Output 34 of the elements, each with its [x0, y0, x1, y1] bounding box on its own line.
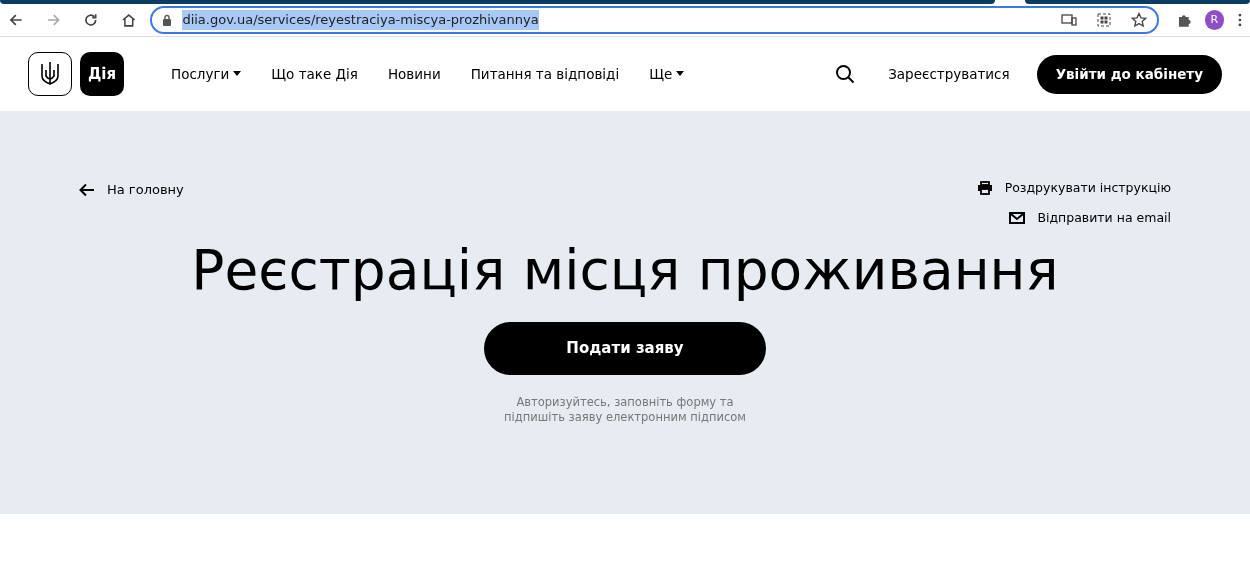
qr-icon[interactable] [1097, 13, 1111, 27]
menu-icon[interactable] [1238, 13, 1242, 27]
profile-avatar[interactable]: R [1204, 10, 1225, 30]
back-icon[interactable] [8, 12, 24, 28]
login-button[interactable]: Увійти до кабінету [1036, 54, 1222, 94]
reload-icon[interactable] [83, 12, 99, 28]
url-text: diia.gov.ua/services/reyestraciya-miscya-prozhivannya [182, 10, 539, 30]
devices-icon[interactable] [1061, 14, 1077, 26]
nav-link[interactable]: Ще [649, 63, 685, 85]
star-icon[interactable] [1131, 12, 1147, 28]
action-link[interactable]: Відправити на email [1009, 208, 1171, 228]
nav-link[interactable]: Новини [387, 63, 441, 85]
search-icon[interactable] [835, 64, 856, 84]
lock-icon [162, 14, 173, 26]
submit-button[interactable]: Подати заяву [484, 321, 766, 375]
back-link[interactable]: На головну [79, 181, 184, 199]
home-icon[interactable] [120, 12, 137, 28]
emblem-logo[interactable] [28, 52, 72, 96]
arrow-left-icon [79, 183, 95, 197]
hint-text: Авторизуйтесь, заповніть форму та підпишіть заяву електронним підписом [504, 394, 746, 425]
nav-link[interactable]: Що таке Дія [271, 63, 358, 85]
puzzle-icon[interactable] [1177, 12, 1193, 28]
printer-icon [976, 181, 993, 196]
caret-icon [676, 71, 685, 77]
register-link[interactable]: Зареєструватися [888, 63, 1010, 85]
nav-link[interactable]: Послуги [171, 63, 242, 85]
trident-icon [40, 61, 60, 87]
page-title: Реєстрація місця проживання [191, 237, 1059, 302]
envelope-icon [1009, 212, 1026, 225]
action-link[interactable]: Роздрукувати інструкцію [976, 179, 1171, 198]
nav-link[interactable]: Питання та відповіді [470, 63, 620, 85]
app-logo[interactable]: Дія [80, 52, 124, 96]
caret-icon [233, 71, 242, 77]
address-bar[interactable]: diia.gov.ua/services/reyestraciya-miscya-prozhivannya [150, 6, 1159, 34]
